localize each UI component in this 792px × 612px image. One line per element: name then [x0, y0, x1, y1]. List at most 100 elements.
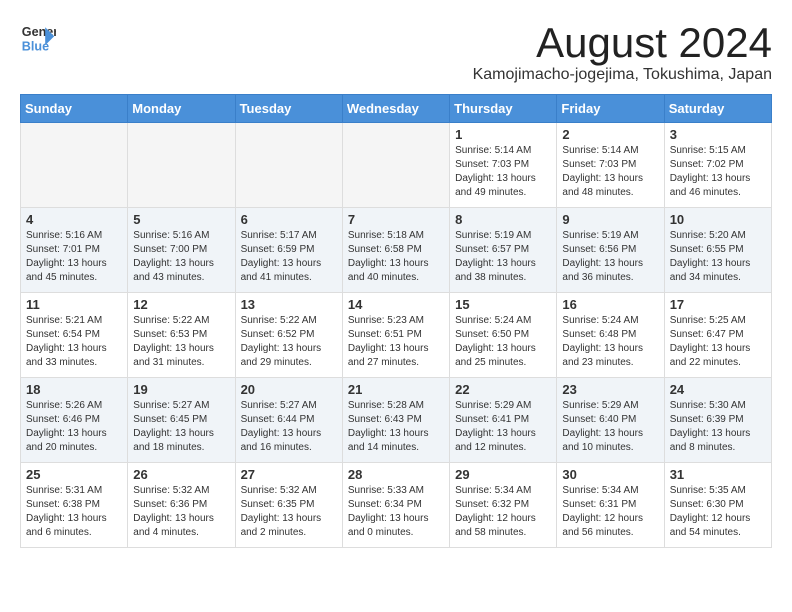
day-number: 3	[670, 127, 766, 142]
calendar-row: 4 Sunrise: 5:16 AM Sunset: 7:01 PM Daylig…	[21, 208, 772, 293]
day-info: Sunrise: 5:29 AM Sunset: 6:41 PM Dayligh…	[455, 399, 551, 455]
day-number: 18	[26, 382, 122, 397]
day-number: 13	[241, 297, 337, 312]
calendar-cell: 23 Sunrise: 5:29 AM Sunset: 6:40 PM Dayli…	[557, 378, 664, 463]
calendar-cell: 7Sunrise: 5:18 AM Sunset: 6:58 PM Daylig…	[342, 208, 449, 293]
day-number: 11	[26, 297, 122, 312]
day-info: Sunrise: 5:22 AM Sunset: 6:52 PM Dayligh…	[241, 314, 337, 370]
calendar-cell: 13 Sunrise: 5:22 AM Sunset: 6:52 PM Dayli…	[235, 293, 342, 378]
day-info: Sunrise: 5:18 AM Sunset: 6:58 PM Dayligh…	[348, 229, 444, 285]
calendar-cell: 26 Sunrise: 5:32 AM Sunset: 6:36 PM Dayli…	[128, 463, 235, 548]
day-info: Sunrise: 5:17 AM Sunset: 6:59 PM Dayligh…	[241, 229, 337, 285]
calendar-cell: 4 Sunrise: 5:16 AM Sunset: 7:01 PM Daylig…	[21, 208, 128, 293]
calendar-row: 11Sunrise: 5:21 AM Sunset: 6:54 PM Dayli…	[21, 293, 772, 378]
day-number: 20	[241, 382, 337, 397]
day-info: Sunrise: 5:35 AM Sunset: 6:30 PM Dayligh…	[670, 484, 766, 540]
day-number: 1	[455, 127, 551, 142]
day-number: 14	[348, 297, 444, 312]
weekday-thursday: Thursday	[450, 95, 557, 123]
calendar-cell	[342, 123, 449, 208]
day-number: 2	[562, 127, 658, 142]
day-info: Sunrise: 5:16 AM Sunset: 7:01 PM Dayligh…	[26, 229, 122, 285]
calendar-cell	[128, 123, 235, 208]
day-number: 30	[562, 467, 658, 482]
day-info: Sunrise: 5:32 AM Sunset: 6:35 PM Dayligh…	[241, 484, 337, 540]
calendar-cell: 22 Sunrise: 5:29 AM Sunset: 6:41 PM Dayli…	[450, 378, 557, 463]
day-number: 8	[455, 212, 551, 227]
day-number: 21	[348, 382, 444, 397]
weekday-header-row: SundayMondayTuesdayWednesdayThursdayFrid…	[21, 95, 772, 123]
day-info: Sunrise: 5:33 AM Sunset: 6:34 PM Dayligh…	[348, 484, 444, 540]
day-number: 22	[455, 382, 551, 397]
calendar-cell: 16Sunrise: 5:24 AM Sunset: 6:48 PM Dayli…	[557, 293, 664, 378]
day-info: Sunrise: 5:16 AM Sunset: 7:00 PM Dayligh…	[133, 229, 229, 285]
day-info: Sunrise: 5:15 AM Sunset: 7:02 PM Dayligh…	[670, 144, 766, 200]
day-info: Sunrise: 5:22 AM Sunset: 6:53 PM Dayligh…	[133, 314, 229, 370]
month-title: August 2024	[473, 20, 772, 66]
day-number: 9	[562, 212, 658, 227]
calendar-table: SundayMondayTuesdayWednesdayThursdayFrid…	[20, 94, 772, 548]
day-number: 17	[670, 297, 766, 312]
calendar-cell: 10Sunrise: 5:20 AM Sunset: 6:55 PM Dayli…	[664, 208, 771, 293]
logo-icon: General Blue	[20, 20, 56, 56]
calendar-cell	[21, 123, 128, 208]
day-number: 27	[241, 467, 337, 482]
day-info: Sunrise: 5:27 AM Sunset: 6:45 PM Dayligh…	[133, 399, 229, 455]
location-title: Kamojimacho-jogejima, Tokushima, Japan	[473, 66, 772, 84]
calendar-cell: 1 Sunrise: 5:14 AM Sunset: 7:03 PM Daylig…	[450, 123, 557, 208]
weekday-tuesday: Tuesday	[235, 95, 342, 123]
day-number: 15	[455, 297, 551, 312]
weekday-wednesday: Wednesday	[342, 95, 449, 123]
calendar-cell: 9Sunrise: 5:19 AM Sunset: 6:56 PM Daylig…	[557, 208, 664, 293]
day-info: Sunrise: 5:23 AM Sunset: 6:51 PM Dayligh…	[348, 314, 444, 370]
day-info: Sunrise: 5:30 AM Sunset: 6:39 PM Dayligh…	[670, 399, 766, 455]
day-number: 10	[670, 212, 766, 227]
day-number: 26	[133, 467, 229, 482]
calendar-cell: 11Sunrise: 5:21 AM Sunset: 6:54 PM Dayli…	[21, 293, 128, 378]
day-info: Sunrise: 5:32 AM Sunset: 6:36 PM Dayligh…	[133, 484, 229, 540]
day-number: 6	[241, 212, 337, 227]
calendar-row: 18 Sunrise: 5:26 AM Sunset: 6:46 PM Dayli…	[21, 378, 772, 463]
calendar-cell: 24 Sunrise: 5:30 AM Sunset: 6:39 PM Dayli…	[664, 378, 771, 463]
weekday-friday: Friday	[557, 95, 664, 123]
calendar-cell: 30 Sunrise: 5:34 AM Sunset: 6:31 PM Dayli…	[557, 463, 664, 548]
calendar-cell: 15 Sunrise: 5:24 AM Sunset: 6:50 PM Dayli…	[450, 293, 557, 378]
day-number: 12	[133, 297, 229, 312]
day-info: Sunrise: 5:24 AM Sunset: 6:50 PM Dayligh…	[455, 314, 551, 370]
day-number: 23	[562, 382, 658, 397]
calendar-cell: 19Sunrise: 5:27 AM Sunset: 6:45 PM Dayli…	[128, 378, 235, 463]
calendar-cell: 6 Sunrise: 5:17 AM Sunset: 6:59 PM Daylig…	[235, 208, 342, 293]
day-info: Sunrise: 5:19 AM Sunset: 6:57 PM Dayligh…	[455, 229, 551, 285]
day-info: Sunrise: 5:31 AM Sunset: 6:38 PM Dayligh…	[26, 484, 122, 540]
day-info: Sunrise: 5:29 AM Sunset: 6:40 PM Dayligh…	[562, 399, 658, 455]
calendar-cell: 18 Sunrise: 5:26 AM Sunset: 6:46 PM Dayli…	[21, 378, 128, 463]
calendar-cell: 21 Sunrise: 5:28 AM Sunset: 6:43 PM Dayli…	[342, 378, 449, 463]
day-info: Sunrise: 5:34 AM Sunset: 6:32 PM Dayligh…	[455, 484, 551, 540]
day-info: Sunrise: 5:14 AM Sunset: 7:03 PM Dayligh…	[455, 144, 551, 200]
day-number: 4	[26, 212, 122, 227]
day-number: 25	[26, 467, 122, 482]
day-info: Sunrise: 5:34 AM Sunset: 6:31 PM Dayligh…	[562, 484, 658, 540]
calendar-cell: 31 Sunrise: 5:35 AM Sunset: 6:30 PM Dayli…	[664, 463, 771, 548]
calendar-cell: 25 Sunrise: 5:31 AM Sunset: 6:38 PM Dayli…	[21, 463, 128, 548]
calendar-cell: 2Sunrise: 5:14 AM Sunset: 7:03 PM Daylig…	[557, 123, 664, 208]
weekday-monday: Monday	[128, 95, 235, 123]
svg-text:Blue: Blue	[22, 40, 49, 54]
calendar-row: 25 Sunrise: 5:31 AM Sunset: 6:38 PM Dayli…	[21, 463, 772, 548]
day-number: 24	[670, 382, 766, 397]
day-info: Sunrise: 5:25 AM Sunset: 6:47 PM Dayligh…	[670, 314, 766, 370]
weekday-sunday: Sunday	[21, 95, 128, 123]
day-number: 31	[670, 467, 766, 482]
day-info: Sunrise: 5:28 AM Sunset: 6:43 PM Dayligh…	[348, 399, 444, 455]
day-info: Sunrise: 5:26 AM Sunset: 6:46 PM Dayligh…	[26, 399, 122, 455]
calendar-cell: 12 Sunrise: 5:22 AM Sunset: 6:53 PM Dayli…	[128, 293, 235, 378]
calendar-cell: 14 Sunrise: 5:23 AM Sunset: 6:51 PM Dayli…	[342, 293, 449, 378]
calendar-cell	[235, 123, 342, 208]
page-header: General Blue August 2024 Kamojimacho-jog…	[20, 20, 772, 84]
day-number: 5	[133, 212, 229, 227]
day-number: 29	[455, 467, 551, 482]
day-number: 28	[348, 467, 444, 482]
calendar-cell: 20Sunrise: 5:27 AM Sunset: 6:44 PM Dayli…	[235, 378, 342, 463]
calendar-cell: 3 Sunrise: 5:15 AM Sunset: 7:02 PM Daylig…	[664, 123, 771, 208]
title-block: August 2024 Kamojimacho-jogejima, Tokush…	[473, 20, 772, 84]
